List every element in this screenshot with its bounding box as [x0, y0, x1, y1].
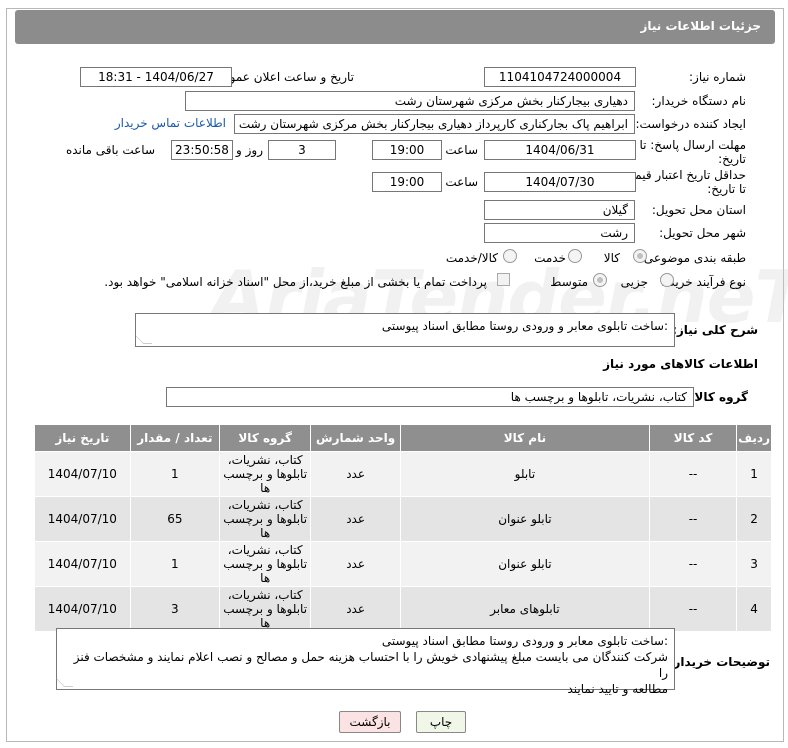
cell-code: --: [648, 541, 738, 587]
cell-qty: 3: [129, 586, 220, 632]
page-title: جزئیات اطلاعات نیاز: [640, 19, 761, 33]
buyer-notes-field: :ساخت تابلوی معابر و ورودی روستا مطابق ا…: [55, 628, 675, 696]
treasury-payment-checkbox[interactable]: [497, 273, 510, 286]
cell-name: تابلو: [399, 451, 651, 497]
reply-time-label: ساعت: [445, 143, 478, 157]
cell-qty: 65: [129, 496, 220, 542]
cell-unit: عدد: [310, 451, 401, 497]
category-service-label: خدمت: [534, 251, 566, 265]
cell-row: 3: [736, 541, 772, 587]
process-label: نوع فرآیند خرید :: [661, 275, 746, 289]
print-button[interactable]: چاپ: [416, 711, 466, 733]
col-group: گروه کالا: [218, 424, 312, 452]
cell-date: 1404/07/10: [34, 451, 131, 497]
col-qty: تعداد / مقدار: [129, 424, 220, 452]
col-date: تاریخ نیاز: [34, 424, 131, 452]
contact-info-link[interactable]: اطلاعات تماس خریدار: [115, 116, 226, 130]
process-minor-radio[interactable]: [660, 273, 674, 287]
creator-label: ایجاد کننده درخواست:: [635, 117, 746, 131]
cell-code: --: [648, 451, 738, 497]
table-row: 3 -- تابلو عنوان عدد کتاب، نشریات، تابلو…: [34, 541, 772, 587]
buyer-org-field: دهیاری بیجارکنار بخش مرکزی شهرستان رشت: [185, 91, 635, 111]
table-row: 2 -- تابلو عنوان عدد کتاب، نشریات، تابلو…: [34, 496, 772, 542]
city-field: رشت: [484, 223, 635, 243]
cell-qty: 1: [129, 541, 220, 587]
table-header-row: ردیف کد کالا نام کالا واحد شمارش گروه کا…: [34, 424, 772, 452]
category-label: طبقه بندی موضوعی:: [639, 251, 746, 265]
remaining-time-field: 23:50:58: [171, 140, 233, 160]
goods-group-field: کتاب، نشریات، تابلوها و برچسب ها: [166, 387, 694, 407]
category-both-label: کالا/خدمت: [445, 251, 498, 265]
price-valid-label: حداقل تاریخ اعتبار قیمت:: [619, 168, 746, 182]
price-valid-time-field: 19:00: [372, 172, 442, 192]
cell-unit: عدد: [310, 586, 401, 632]
reply-deadline-label: مهلت ارسال پاسخ: تا: [639, 138, 746, 152]
days-field: 3: [268, 140, 336, 160]
cell-unit: عدد: [310, 496, 401, 542]
cell-group: کتاب، نشریات، تابلوها و برچسب ها: [218, 586, 312, 632]
buyer-notes-line-1: :ساخت تابلوی معابر و ورودی روستا مطابق ا…: [381, 634, 668, 648]
col-name: نام کالا: [399, 424, 651, 452]
cell-group: کتاب، نشریات، تابلوها و برچسب ها: [218, 451, 312, 497]
city-label: شهر محل تحویل:: [659, 226, 746, 240]
buyer-notes-line-2: شرکت کنندگان می بایست مبلغ پیشنهادی خویش…: [73, 650, 668, 680]
summary-field: :ساخت تابلوی معابر و ورودی روستا مطابق ا…: [134, 313, 675, 347]
price-valid-label-2: تا تاریخ:: [707, 182, 746, 196]
process-minor-label: جزیی: [620, 275, 648, 289]
category-both-radio[interactable]: [503, 249, 517, 263]
goods-group-label: گروه کالا:: [689, 390, 748, 404]
need-number-field: 1104104724000004: [484, 67, 636, 87]
cell-name: تابلو عنوان: [399, 496, 651, 542]
cell-qty: 1: [129, 451, 220, 497]
items-table: ردیف کد کالا نام کالا واحد شمارش گروه کا…: [34, 424, 772, 632]
summary-text: :ساخت تابلوی معابر و ورودی روستا مطابق ا…: [381, 319, 668, 333]
treasury-payment-note: پرداخت تمام یا بخشی از مبلغ خرید،از محل …: [104, 275, 487, 289]
col-code: کد کالا: [648, 424, 738, 452]
cell-code: --: [648, 496, 738, 542]
remaining-label: ساعت باقی مانده: [65, 143, 155, 157]
cell-group: کتاب، نشریات، تابلوها و برچسب ها: [218, 541, 312, 587]
buyer-notes-line-3: مطالعه و تایید نمایند: [567, 682, 669, 696]
price-valid-time-label: ساعت: [445, 175, 478, 189]
col-unit: واحد شمارش: [310, 424, 401, 452]
cell-group: کتاب، نشریات، تابلوها و برچسب ها: [218, 496, 312, 542]
cell-name: تابلوهای معابر: [399, 586, 651, 632]
col-row: ردیف: [736, 424, 772, 452]
title-bar: جزئیات اطلاعات نیاز: [15, 10, 775, 44]
process-medium-radio[interactable]: [593, 273, 607, 287]
announce-datetime-field: 1404/06/27 - 18:31: [80, 67, 232, 87]
cell-date: 1404/07/10: [34, 586, 131, 632]
category-goods-label: کالا: [603, 251, 620, 265]
need-number-label: شماره نیاز:: [689, 70, 746, 84]
cell-row: 2: [736, 496, 772, 542]
cell-date: 1404/07/10: [34, 541, 131, 587]
reply-time-field: 19:00: [372, 140, 442, 160]
province-label: استان محل تحویل:: [651, 203, 746, 217]
resize-grip-icon: [134, 335, 153, 344]
category-goods-radio[interactable]: [633, 249, 647, 263]
category-service-radio[interactable]: [568, 249, 582, 263]
summary-label: شرح کلی نیاز:: [672, 323, 758, 337]
reply-date-field: 1404/06/31: [484, 140, 636, 160]
table-row: 1 -- تابلو عدد کتاب، نشریات، تابلوها و ب…: [34, 451, 772, 497]
table-row: 4 -- تابلوهای معابر عدد کتاب، نشریات، تا…: [34, 586, 772, 632]
back-button[interactable]: بازگشت: [339, 711, 401, 733]
goods-info-title: اطلاعات کالاهای مورد نیاز: [603, 357, 758, 371]
reply-deadline-label-2: تاریخ:: [718, 152, 746, 166]
buyer-org-label: نام دستگاه خریدار:: [651, 94, 747, 108]
creator-field: ابراهیم پاک بجارکناری کارپرداز دهیاری بی…: [234, 114, 635, 134]
cell-date: 1404/07/10: [34, 496, 131, 542]
cell-row: 4: [736, 586, 772, 632]
buyer-notes-label: توضیحات خریدار:: [668, 655, 770, 669]
province-field: گیلان: [484, 200, 635, 220]
price-valid-date-field: 1404/07/30: [484, 172, 636, 192]
process-medium-label: متوسط: [550, 275, 588, 289]
cell-code: --: [648, 586, 738, 632]
cell-unit: عدد: [310, 541, 401, 587]
cell-name: تابلو عنوان: [399, 541, 651, 587]
days-label: روز و: [236, 143, 263, 157]
cell-row: 1: [736, 451, 772, 497]
